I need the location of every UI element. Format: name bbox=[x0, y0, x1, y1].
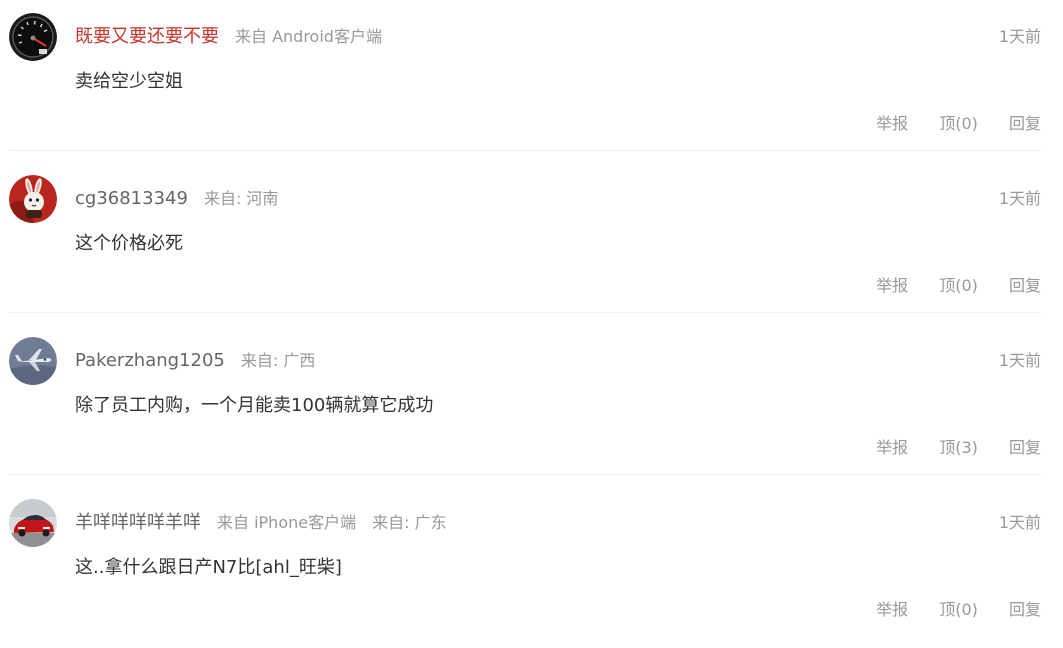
avatar[interactable] bbox=[9, 13, 57, 61]
comment-item: Pakerzhang1205 来自: 广西 1天前 除了员工内购，一个月能卖100… bbox=[0, 324, 1063, 486]
report-button[interactable]: 举报 bbox=[876, 276, 908, 295]
report-button[interactable]: 举报 bbox=[876, 114, 908, 133]
comment-item: cg36813349 来自: 河南 1天前 这个价格必死 举报 顶(0) 回复 bbox=[0, 162, 1063, 324]
divider bbox=[9, 474, 1041, 475]
username[interactable]: 既要又要还要不要 bbox=[75, 26, 219, 47]
divider bbox=[9, 312, 1041, 313]
avatar[interactable] bbox=[9, 175, 57, 223]
comment-content: 除了员工内购，一个月能卖100辆就算它成功 bbox=[75, 395, 434, 416]
reply-button[interactable]: 回复 bbox=[1009, 114, 1041, 133]
source-label: 来自 Android客户端 bbox=[235, 27, 382, 46]
comment-meta: 羊咩咩咩咩羊咩 来自 iPhone客户端 来自: 广东 bbox=[75, 510, 463, 536]
comment-actions: 举报 顶(3) 回复 bbox=[850, 435, 1041, 461]
avatar[interactable] bbox=[9, 337, 57, 385]
username[interactable]: 羊咩咩咩咩羊咩 bbox=[75, 512, 201, 533]
rabbit-avatar-icon bbox=[9, 175, 57, 223]
report-button[interactable]: 举报 bbox=[876, 438, 908, 457]
comment-actions: 举报 顶(0) 回复 bbox=[850, 273, 1041, 299]
upvote-button[interactable]: 顶(0) bbox=[939, 276, 978, 295]
comment-content: 这个价格必死 bbox=[75, 233, 183, 254]
location-label: 来自: 广东 bbox=[372, 513, 447, 532]
comment-actions: 举报 顶(0) 回复 bbox=[850, 597, 1041, 623]
upvote-button[interactable]: 顶(3) bbox=[939, 438, 978, 457]
source-label: 来自 iPhone客户端 bbox=[217, 513, 357, 532]
timestamp: 1天前 bbox=[998, 513, 1041, 532]
timestamp: 1天前 bbox=[998, 351, 1041, 370]
comment-item: 羊咩咩咩咩羊咩 来自 iPhone客户端 来自: 广东 1天前 这..拿什么跟日产N… bbox=[0, 486, 1063, 648]
red-car-avatar-icon bbox=[9, 499, 57, 547]
comment-meta: cg36813349 来自: 河南 bbox=[75, 186, 294, 212]
speedometer-avatar-icon bbox=[9, 13, 57, 61]
fighter-jet-avatar-icon bbox=[9, 337, 57, 385]
timestamp: 1天前 bbox=[998, 27, 1041, 46]
username[interactable]: Pakerzhang1205 bbox=[75, 350, 225, 371]
avatar[interactable] bbox=[9, 499, 57, 547]
comment-actions: 举报 顶(0) 回复 bbox=[850, 111, 1041, 137]
reply-button[interactable]: 回复 bbox=[1009, 600, 1041, 619]
comment-meta: 既要又要还要不要 来自 Android客户端 bbox=[75, 24, 398, 50]
username[interactable]: cg36813349 bbox=[75, 188, 188, 209]
comment-content: 卖给空少空姐 bbox=[75, 71, 183, 92]
timestamp: 1天前 bbox=[998, 189, 1041, 208]
upvote-button[interactable]: 顶(0) bbox=[939, 600, 978, 619]
source-label: 来自: 广西 bbox=[240, 351, 316, 370]
report-button[interactable]: 举报 bbox=[876, 600, 908, 619]
comment-list: 既要又要还要不要 来自 Android客户端 1天前 卖给空少空姐 举报 顶(0)… bbox=[0, 0, 1063, 627]
comment-item: 既要又要还要不要 来自 Android客户端 1天前 卖给空少空姐 举报 顶(0)… bbox=[0, 0, 1063, 162]
divider bbox=[9, 150, 1041, 151]
reply-button[interactable]: 回复 bbox=[1009, 276, 1041, 295]
upvote-button[interactable]: 顶(0) bbox=[939, 114, 978, 133]
reply-button[interactable]: 回复 bbox=[1009, 438, 1041, 457]
comment-content: 这..拿什么跟日产N7比[ahl_旺柴] bbox=[75, 557, 342, 578]
source-label: 来自: 河南 bbox=[203, 189, 279, 208]
comment-meta: Pakerzhang1205 来自: 广西 bbox=[75, 348, 331, 374]
